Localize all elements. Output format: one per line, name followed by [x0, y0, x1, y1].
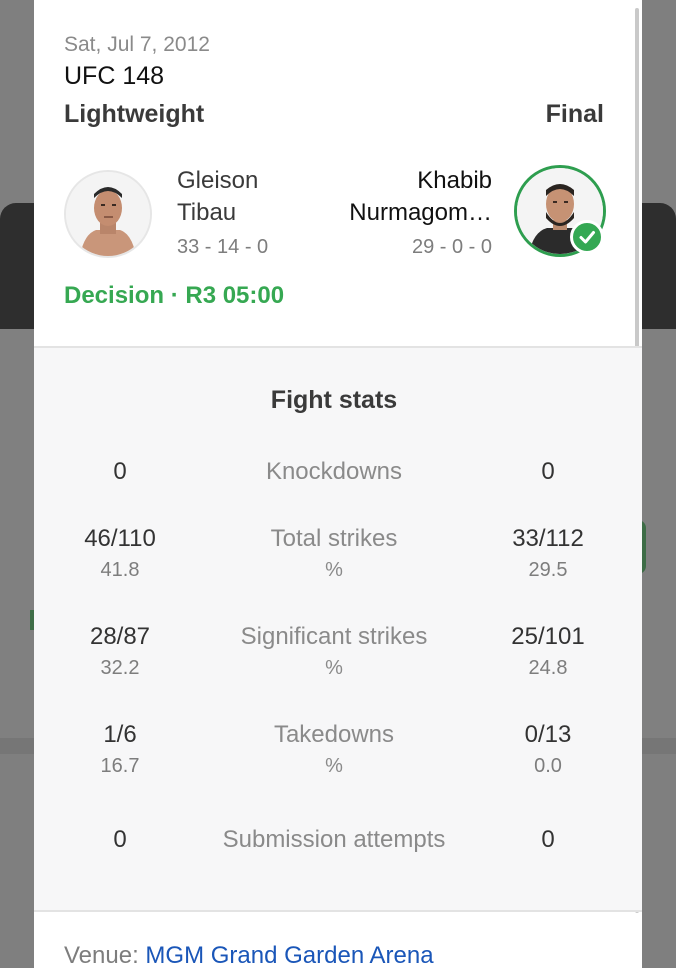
venue-label: Venue: [64, 942, 146, 968]
fighter-left-first-name: Gleison [177, 167, 259, 194]
stat-left-value: 46/110 [84, 525, 156, 552]
stat-left-value: 28/87 [89, 623, 151, 650]
fighter-right-first-name: Khabib [417, 167, 492, 194]
stat-left-value: 0 [113, 458, 127, 485]
fight-stats-section: Fight stats 0 Knockdowns 0 46/110 Total … [34, 346, 642, 912]
stat-left-pct: 32.2 [100, 657, 140, 679]
stat-label: Significant strikes [240, 623, 428, 650]
stat-pct-label: % [325, 559, 343, 581]
fight-details-card: Sat, Jul 7, 2012 UFC 148 Lightweight Fin… [34, 0, 642, 968]
stat-right-value: 33/112 [512, 525, 584, 552]
fighter-left-avatar[interactable] [64, 170, 152, 258]
stat-right-value: 0 [541, 458, 555, 485]
fighter-left-name[interactable]: Gleison Tibau [177, 165, 258, 229]
fight-result: Decision · R3 05:00 [64, 282, 285, 309]
fight-date: Sat, Jul 7, 2012 [64, 33, 210, 56]
fighter-right-last-name: Nurmagom… [349, 199, 492, 226]
stat-pct-label: % [325, 755, 343, 777]
fight-stats-title: Fight stats [270, 386, 398, 414]
fight-status: Final [545, 100, 604, 128]
fighter-left-record: 33 - 14 - 0 [177, 236, 269, 258]
stat-label: Submission attempts [222, 826, 446, 853]
event-name: UFC 148 [64, 62, 165, 90]
stat-right-value: 25/101 [511, 623, 585, 650]
fighter-left-last-name: Tibau [177, 199, 237, 226]
weight-class: Lightweight [64, 100, 205, 128]
stat-left-value: 0 [113, 826, 127, 853]
fighter-right-name[interactable]: Khabib Nurmagom… [349, 165, 492, 229]
winner-check-icon [570, 220, 604, 254]
stat-pct-label: % [325, 657, 343, 679]
stat-label: Total strikes [270, 525, 398, 552]
fighter-right-record: 29 - 0 - 0 [411, 236, 492, 258]
venue-info: Venue: MGM Grand Garden Arena [64, 942, 434, 968]
stat-right-pct: 0.0 [534, 755, 562, 777]
stat-right-value: 0/13 [524, 721, 572, 748]
stat-left-pct: 41.8 [100, 559, 140, 581]
stat-label: Knockdowns [265, 458, 403, 485]
stat-left-pct: 16.7 [100, 755, 140, 777]
stat-right-pct: 29.5 [528, 559, 568, 581]
venue-link[interactable]: MGM Grand Garden Arena [145, 942, 433, 968]
stat-right-value: 0 [541, 826, 555, 853]
stat-right-pct: 24.8 [528, 657, 568, 679]
stat-label: Takedowns [273, 721, 395, 748]
stat-left-value: 1/6 [103, 721, 137, 748]
